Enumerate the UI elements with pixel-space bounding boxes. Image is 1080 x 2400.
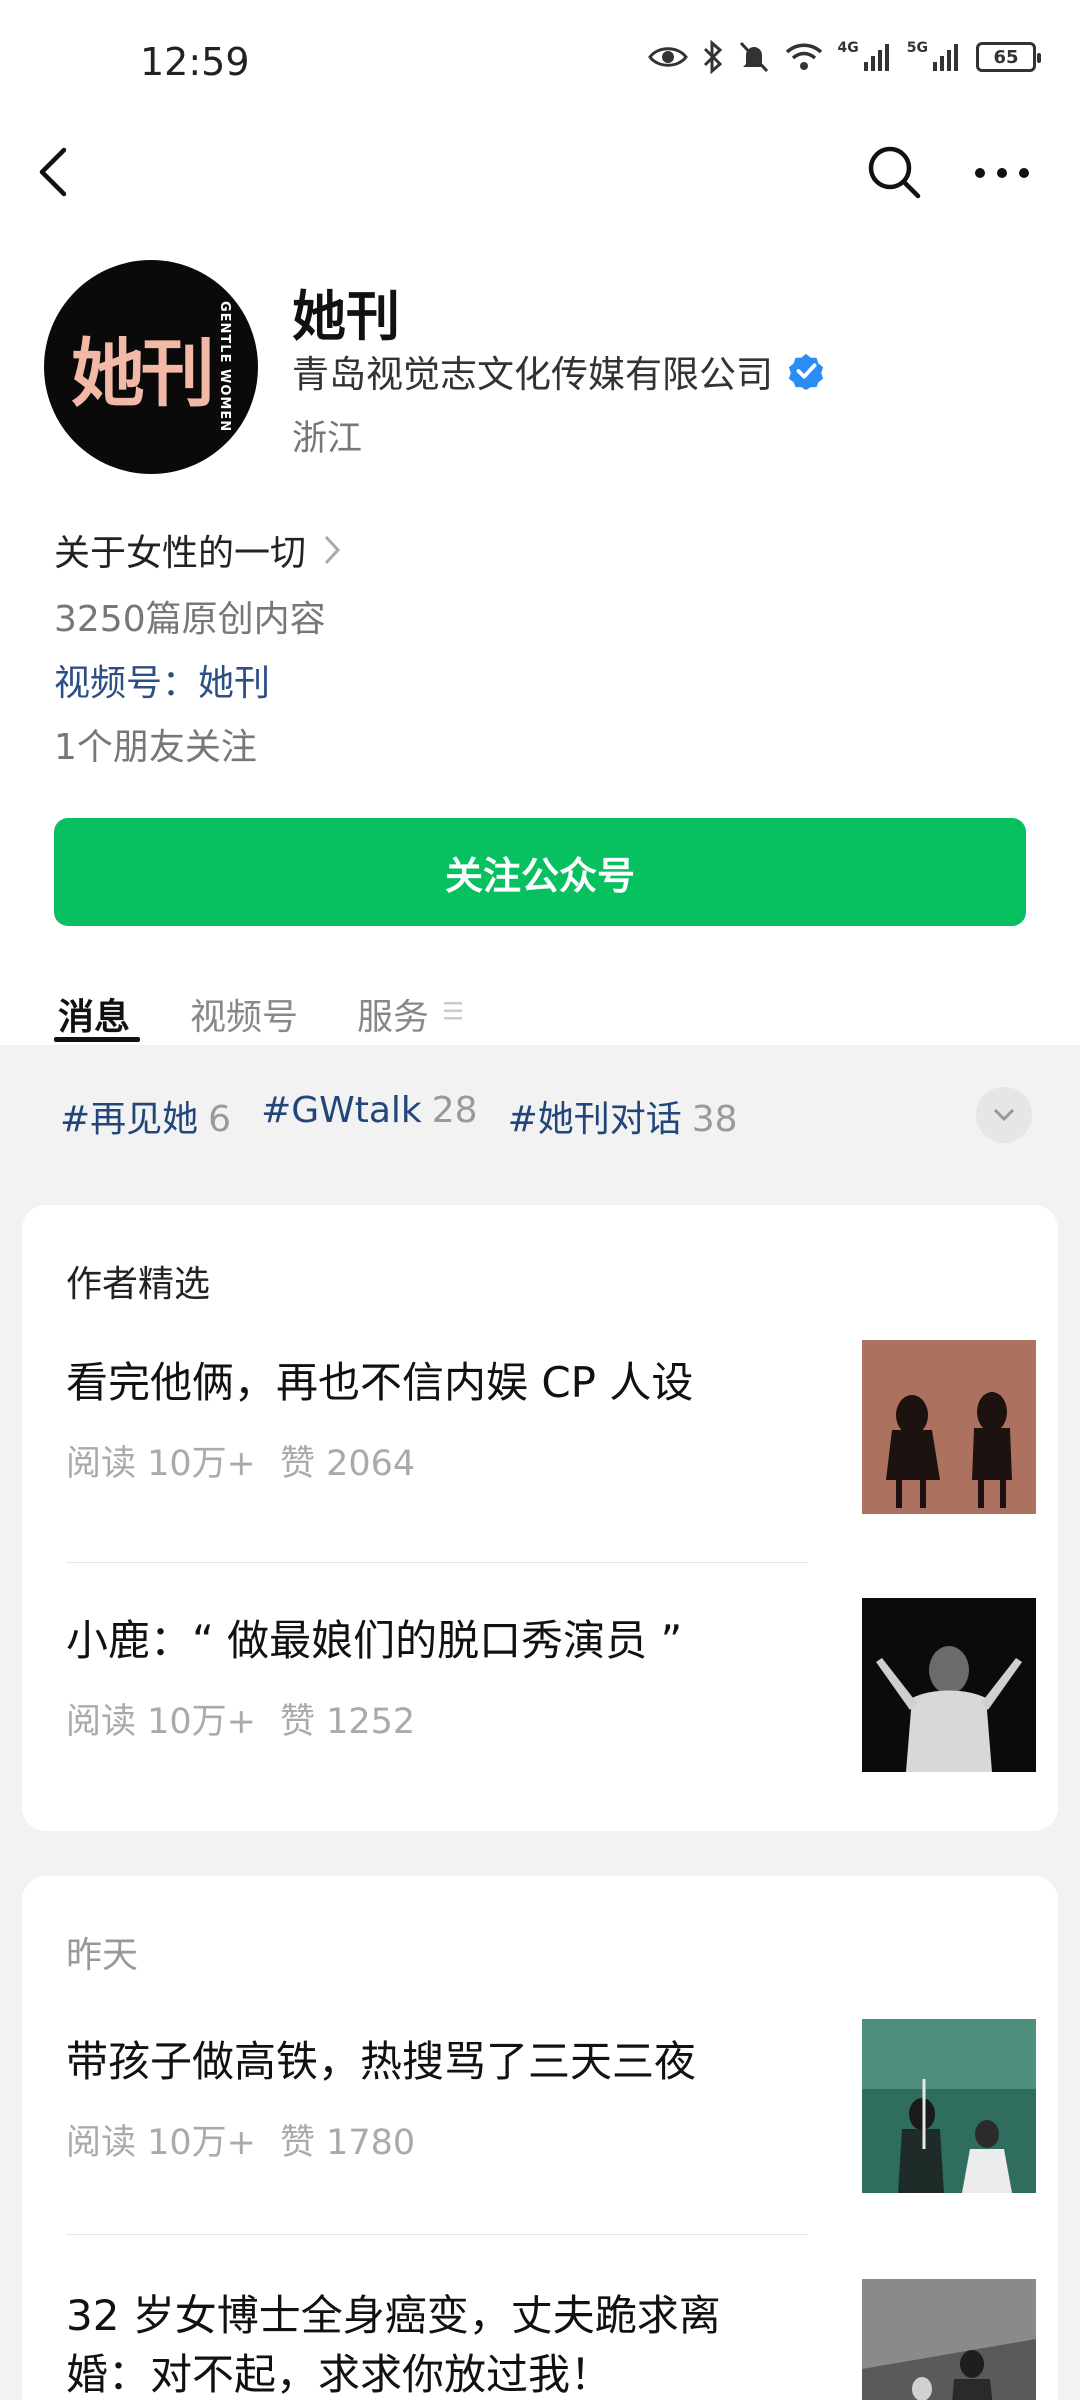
- tab-messages[interactable]: 消息: [58, 988, 130, 1040]
- search-icon: [868, 146, 921, 199]
- mute-bell-icon: [739, 41, 768, 73]
- article-likes: 赞 1780: [280, 2123, 416, 2163]
- article-reads: 阅读 10万+: [66, 2123, 256, 2163]
- featured-card: 作者精选 看完他俩，再也不信内娱 CP 人设 阅读 10万+ 赞 2064 小鹿：…: [22, 1205, 1058, 1831]
- article-thumbnail: [862, 1340, 1036, 1514]
- status-time: 12:59: [140, 40, 250, 84]
- chevron-left-icon: [39, 147, 67, 197]
- article-thumbnail: [862, 2019, 1036, 2193]
- article-meta: 阅读 10万+ 赞 2064: [66, 1435, 415, 1486]
- divider: [66, 1562, 808, 1563]
- article-item[interactable]: 小鹿：“ 做最娘们的脱口秀演员 ” 阅读 10万+ 赞 1252: [66, 1598, 1036, 1778]
- active-tab-indicator: [54, 1037, 140, 1042]
- account-name: 她刊: [292, 285, 400, 348]
- intro-text: 关于女性的一切: [54, 533, 307, 574]
- original-count: 3250篇原创内容: [54, 599, 326, 640]
- hashtag-item[interactable]: #GWtalk 28: [261, 1090, 478, 1142]
- article-meta: 阅读 10万+ 赞 1780: [66, 2114, 415, 2165]
- chevron-down-icon: [993, 1108, 1015, 1122]
- battery-level: 65: [993, 46, 1019, 68]
- eye-icon: [647, 47, 688, 67]
- company-name: 青岛视觉志文化传媒有限公司: [292, 353, 773, 396]
- account-region: 浙江: [292, 419, 363, 459]
- verified-badge-icon: [788, 353, 824, 390]
- account-company[interactable]: 青岛视觉志文化传媒有限公司: [292, 344, 825, 398]
- hashtag-item[interactable]: #她刊对话 38: [508, 1090, 738, 1142]
- chevron-right-icon: [324, 535, 341, 565]
- friends-following[interactable]: 1个朋友关注: [54, 718, 257, 770]
- account-intro[interactable]: 关于女性的一切: [54, 524, 342, 576]
- account-avatar[interactable]: 她刊 GENTLE WOMEN: [44, 260, 258, 474]
- article-title: 32 岁女博士全身癌变，丈夫跪求离婚：对不起，求求你放过我！: [66, 2291, 721, 2399]
- follow-button[interactable]: 关注公众号: [54, 818, 1026, 926]
- article-reads: 阅读 10万+: [66, 1702, 256, 1742]
- hashtag-item[interactable]: #再见她 6: [60, 1090, 231, 1142]
- tab-services[interactable]: 服务: [357, 988, 429, 1040]
- status-icons: 4G 5G 65: [647, 40, 1041, 74]
- article-thumbnail: [862, 1598, 1036, 1772]
- more-button[interactable]: [972, 155, 1032, 191]
- menu-lines-icon: [444, 1000, 462, 1026]
- article-item[interactable]: 带孩子做高铁，热搜骂了三天三夜 阅读 10万+ 赞 1780: [66, 2019, 1036, 2199]
- article-likes: 赞 2064: [280, 1444, 416, 1484]
- expand-tags-button[interactable]: [976, 1087, 1032, 1143]
- bluetooth-icon: [703, 40, 722, 74]
- article-item[interactable]: 32 岁女博士全身癌变，丈夫跪求离婚：对不起，求求你放过我！: [66, 2279, 1036, 2400]
- article-title: 看完他俩，再也不信内娱 CP 人设: [66, 1358, 694, 1407]
- article-title: 带孩子做高铁，热搜骂了三天三夜: [66, 2037, 697, 2086]
- wifi-icon: [785, 43, 822, 70]
- more-dots-icon: [975, 168, 1029, 178]
- battery-icon: 65: [976, 42, 1041, 72]
- featured-title: 作者精选: [66, 1264, 211, 1305]
- channel-link[interactable]: 视频号：她刊: [54, 654, 270, 706]
- article-thumbnail: [862, 2279, 1036, 2400]
- article-likes: 赞 1252: [280, 1702, 416, 1742]
- tab-channels[interactable]: 视频号: [190, 988, 298, 1040]
- article-item[interactable]: 看完他俩，再也不信内娱 CP 人设 阅读 10万+ 赞 2064: [66, 1340, 1036, 1520]
- hashtag-list: #再见她 6 #GWtalk 28 #她刊对话 38: [60, 1090, 738, 1142]
- network-type-1: 4G: [837, 40, 859, 56]
- divider: [66, 2234, 808, 2235]
- back-button[interactable]: [30, 142, 80, 202]
- signal-icon-2: [933, 44, 958, 71]
- avatar-logo-subtext: GENTLE WOMEN: [217, 301, 233, 433]
- search-button[interactable]: [864, 142, 924, 202]
- date-group-title: 昨天: [66, 1935, 139, 1976]
- signal-icon-1: [863, 44, 889, 71]
- article-reads: 阅读 10万+: [66, 1444, 256, 1484]
- article-meta: 阅读 10万+ 赞 1252: [66, 1693, 415, 1744]
- article-title: 小鹿：“ 做最娘们的脱口秀演员 ”: [66, 1616, 683, 1665]
- yesterday-card: 昨天 带孩子做高铁，热搜骂了三天三夜 阅读 10万+ 赞 1780 32 岁女博士…: [22, 1876, 1058, 2400]
- avatar-logo-text: 她刊: [70, 330, 215, 417]
- network-type-2: 5G: [906, 40, 928, 56]
